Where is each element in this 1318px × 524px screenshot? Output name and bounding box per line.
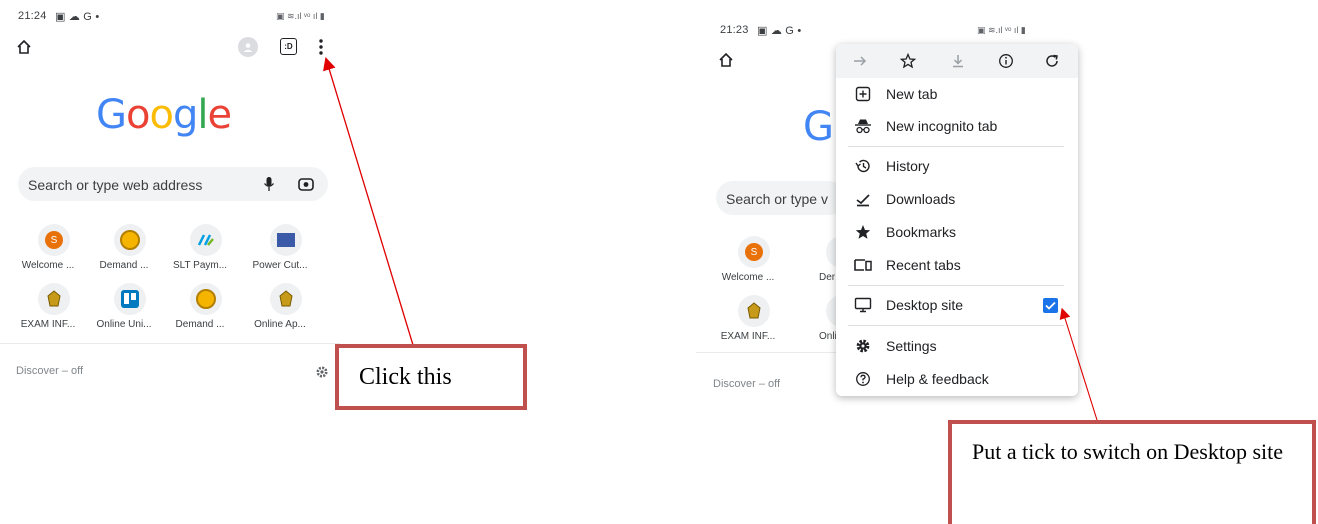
callout-desktop-site: Put a tick to switch on Desktop site — [948, 420, 1316, 524]
callout-text: Put a tick to switch on Desktop site — [972, 439, 1284, 464]
